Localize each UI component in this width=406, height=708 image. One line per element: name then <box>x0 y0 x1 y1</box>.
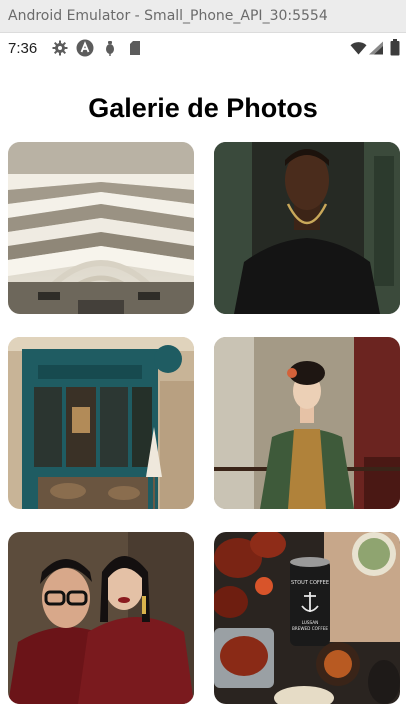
page-title: Galerie de Photos <box>88 93 318 124</box>
photo-couple-portrait[interactable] <box>8 532 194 704</box>
battery-icon <box>390 39 400 56</box>
photo-woman-traditional-dress[interactable] <box>214 337 400 509</box>
sd-card-icon <box>130 41 140 55</box>
food-spread-image: STOUT COFFEE LUSSAN BREWED COFFEE <box>214 532 400 704</box>
android-status-bar: 7:36 <box>0 33 406 63</box>
photo-grid: STOUT COFFEE LUSSAN BREWED COFFEE <box>8 142 400 704</box>
architecture-ceiling-image <box>8 142 194 314</box>
cell-signal-icon <box>369 41 383 55</box>
cafe-storefront-image <box>8 337 194 509</box>
emulator-window-title: Android Emulator - Small_Phone_API_30:55… <box>8 8 328 24</box>
woman-traditional-dress-image <box>214 337 400 509</box>
status-time: 7:36 <box>8 40 38 57</box>
a-badge-icon <box>76 39 94 57</box>
usb-debug-icon <box>106 41 114 56</box>
can-label-line-3: BREWED COFFEE <box>292 626 328 631</box>
emulator-window-titlebar: Android Emulator - Small_Phone_API_30:55… <box>0 0 406 33</box>
couple-portrait-image <box>8 532 194 704</box>
gear-icon <box>52 40 68 56</box>
photo-food-spread[interactable]: STOUT COFFEE LUSSAN BREWED COFFEE <box>214 532 400 704</box>
photo-cafe-storefront[interactable] <box>8 337 194 509</box>
can-label-line-1: STOUT COFFEE <box>291 580 329 586</box>
can-label-line-2: LUSSAN <box>302 620 319 625</box>
man-portrait-image <box>214 142 400 314</box>
wifi-icon <box>350 42 367 55</box>
photo-man-portrait[interactable] <box>214 142 400 314</box>
photo-architecture-ceiling[interactable] <box>8 142 194 314</box>
